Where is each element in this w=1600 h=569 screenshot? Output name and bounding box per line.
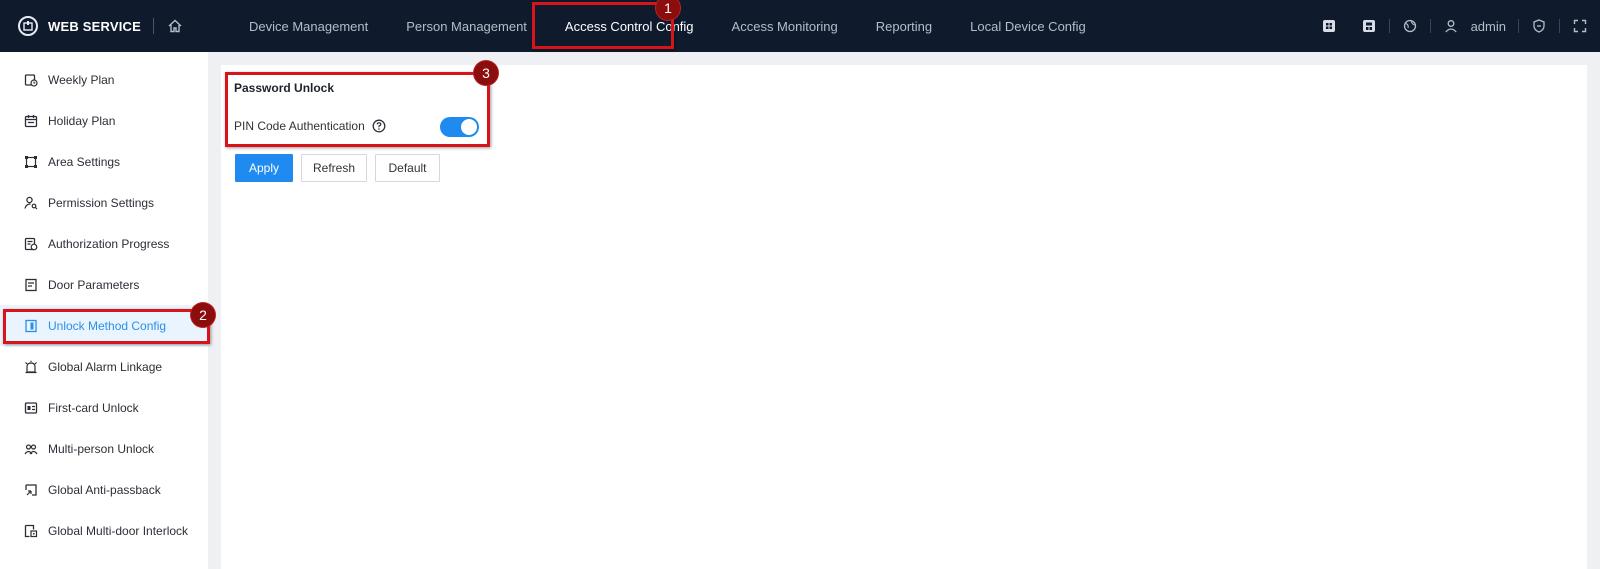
toggle-knob <box>461 119 477 135</box>
sidebar-item-label: Permission Settings <box>48 195 155 210</box>
nav-local-device-config[interactable]: Local Device Config <box>951 0 1105 52</box>
sidebar-item-first-card-unlock[interactable]: First-card Unlock <box>0 387 208 428</box>
section-title: Password Unlock <box>234 81 335 95</box>
refresh-button[interactable]: Refresh <box>301 154 367 182</box>
interlock-icon <box>24 524 38 538</box>
home-icon[interactable] <box>166 17 184 35</box>
grid-icon[interactable] <box>1321 18 1337 34</box>
sidebar-item-label: First-card Unlock <box>48 400 139 415</box>
top-bar: WEB SERVICE Device Management Person Man… <box>0 0 1600 52</box>
toolbar-divider <box>1388 19 1390 33</box>
app-title: WEB SERVICE <box>48 18 141 34</box>
sidebar-item-multi-person-unlock[interactable]: Multi-person Unlock <box>0 428 208 469</box>
unlock-method-icon <box>24 319 38 333</box>
sidebar-item-label: Authorization Progress <box>48 236 170 251</box>
pin-code-toggle[interactable] <box>440 117 479 137</box>
sidebar-item-unlock-method-config[interactable]: Unlock Method Config <box>0 305 208 346</box>
logo-icon <box>18 16 38 36</box>
annotation-badge-2: 2 <box>191 303 215 327</box>
sidebar-item-area-settings[interactable]: Area Settings <box>0 141 208 182</box>
help-icon[interactable] <box>372 119 386 133</box>
sidebar-item-holiday-plan[interactable]: Holiday Plan <box>0 100 208 141</box>
multi-person-icon <box>24 442 38 456</box>
area-icon <box>24 155 38 169</box>
top-right-toolbar: admin <box>1309 0 1600 52</box>
sidebar-item-authorization-progress[interactable]: Authorization Progress <box>0 223 208 264</box>
anti-passback-icon <box>24 483 38 497</box>
username[interactable]: admin <box>1471 19 1506 34</box>
apply-button[interactable]: Apply <box>235 154 293 182</box>
sidebar-item-permission-settings[interactable]: Permission Settings <box>0 182 208 223</box>
calendar-icon <box>24 114 38 128</box>
pin-code-label: PIN Code Authentication <box>234 119 365 133</box>
nav-person-management[interactable]: Person Management <box>387 0 546 52</box>
sidebar-item-label: Area Settings <box>48 154 121 169</box>
default-button[interactable]: Default <box>375 154 440 182</box>
nav-device-management[interactable]: Device Management <box>230 0 387 52</box>
annotation-badge-3: 3 <box>474 61 498 85</box>
sidebar-item-global-alarm-linkage[interactable]: Global Alarm Linkage <box>0 346 208 387</box>
user-icon[interactable] <box>1443 18 1459 34</box>
fullscreen-icon[interactable] <box>1572 18 1588 34</box>
alarm-icon <box>24 360 38 374</box>
sidebar-item-label: Weekly Plan <box>48 72 115 87</box>
main-panel: Password Unlock PIN Code Authentication … <box>221 65 1587 569</box>
sidebar-item-global-anti-passback[interactable]: Global Anti-passback <box>0 469 208 510</box>
brand-divider <box>152 18 154 34</box>
sidebar-item-global-multi-door-interlock[interactable]: Global Multi-door Interlock <box>0 510 208 551</box>
nav-reporting[interactable]: Reporting <box>857 0 951 52</box>
sidebar-item-weekly-plan[interactable]: Weekly Plan <box>0 59 208 100</box>
pin-code-field: PIN Code Authentication <box>234 115 386 137</box>
sidebar-item-label: Unlock Method Config <box>48 318 167 333</box>
card-icon <box>24 401 38 415</box>
person-key-icon <box>24 196 38 210</box>
door-params-icon <box>24 278 38 292</box>
sidebar-item-label: Door Parameters <box>48 277 140 292</box>
weekly-plan-icon <box>24 73 38 87</box>
shield-icon[interactable] <box>1531 18 1547 34</box>
sidebar-item-door-parameters[interactable]: Door Parameters <box>0 264 208 305</box>
globe-icon[interactable] <box>1402 18 1418 34</box>
toolbar-divider <box>1518 19 1519 33</box>
brand: WEB SERVICE <box>0 0 184 52</box>
nav-access-monitoring[interactable]: Access Monitoring <box>713 0 857 52</box>
sidebar: Weekly Plan Holiday Plan Area Settings P… <box>0 52 208 569</box>
sidebar-item-label: Global Multi-door Interlock <box>48 523 189 538</box>
toolbar-divider <box>1559 19 1560 33</box>
toolbar-divider <box>1429 19 1431 33</box>
device-box-icon[interactable] <box>1361 18 1377 34</box>
action-buttons: Apply Refresh Default <box>235 154 448 182</box>
sidebar-item-label: Holiday Plan <box>48 113 116 128</box>
sidebar-item-label: Global Anti-passback <box>48 482 161 497</box>
nav-access-control-config[interactable]: Access Control Config <box>546 0 713 52</box>
progress-doc-icon <box>24 237 38 251</box>
sidebar-item-label: Multi-person Unlock <box>48 441 155 456</box>
sidebar-item-label: Global Alarm Linkage <box>48 359 163 374</box>
